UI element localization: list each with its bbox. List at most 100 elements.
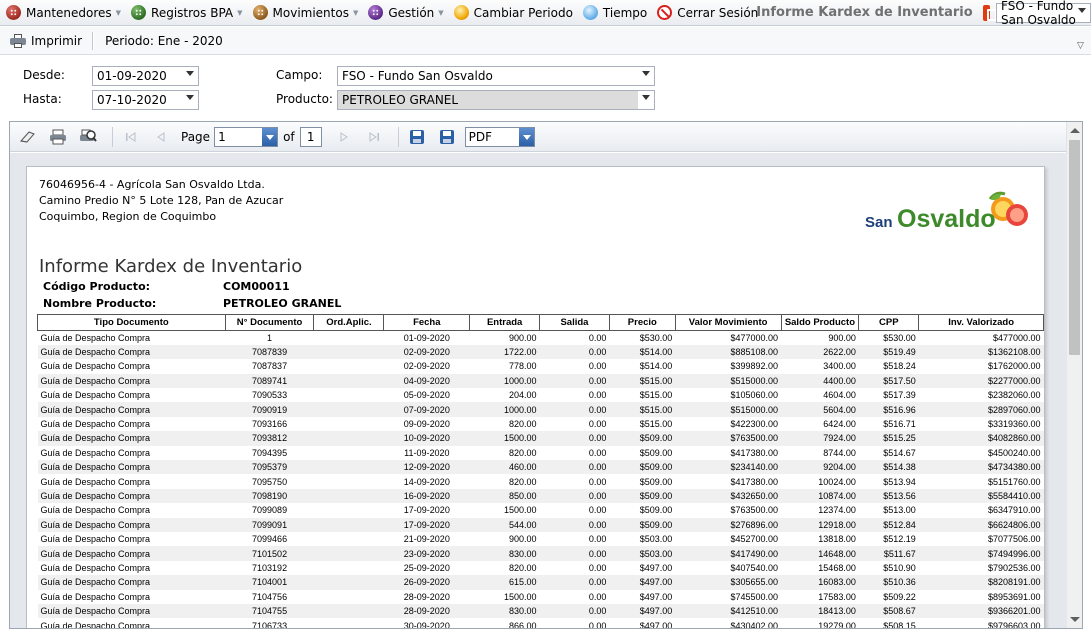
- table-cell: 900.00: [828, 332, 856, 343]
- table-cell: 3400.00: [823, 361, 856, 372]
- table-cell: $8953691.00: [987, 591, 1041, 602]
- table-row: Guía de Despacho Compra 7098190 16-09-2020…: [37, 488, 1044, 504]
- chevron-down-icon: [186, 95, 194, 100]
- table-cell: Guía de Despacho Compra: [40, 534, 151, 545]
- first-page-icon[interactable]: [119, 126, 143, 148]
- table-cell: $510.90: [883, 562, 916, 573]
- table-cell: 0.00: [588, 620, 607, 629]
- table-cell: 7099091: [225, 517, 314, 532]
- scrollbar-thumb[interactable]: [1069, 140, 1080, 355]
- menu-mantenedores[interactable]: Mantenedores ▼: [0, 1, 125, 25]
- table-cell: $5584410.00: [918, 488, 1044, 504]
- vertical-scrollbar[interactable]: [1066, 122, 1082, 628]
- table-cell: 1: [267, 332, 273, 343]
- chevron-down-icon: ▼: [237, 8, 243, 17]
- table-cell: 8744.00: [823, 447, 856, 458]
- table-cell: 0.00: [539, 517, 610, 532]
- chevron-down-icon: [1078, 7, 1086, 13]
- table-cell: [313, 603, 384, 619]
- menu-movimientos[interactable]: Movimientos ▼: [247, 1, 363, 25]
- next-page-icon[interactable]: [332, 126, 356, 148]
- column-header: Valor Movimiento: [674, 314, 782, 331]
- table-cell: $515000.00: [675, 373, 781, 389]
- parameters-icon[interactable]: [16, 126, 40, 148]
- table-cell: $4734380.00: [918, 460, 1044, 475]
- desde-value: 01-09-2020: [97, 69, 167, 83]
- table-cell: $510.36: [858, 575, 919, 590]
- table-cell: 7104755: [225, 603, 314, 619]
- page-number-select[interactable]: 1: [214, 126, 279, 147]
- menu-gestion[interactable]: Gestión ▼: [362, 1, 447, 25]
- print-icon[interactable]: [46, 126, 70, 148]
- table-cell: 26-09-2020: [383, 575, 470, 590]
- table-cell: 0.00: [539, 546, 610, 561]
- print-button[interactable]: Imprimir: [0, 30, 88, 52]
- table-cell: $509.00: [639, 447, 673, 458]
- desde-date-picker[interactable]: 01-09-2020: [92, 66, 199, 86]
- collapse-icon[interactable]: ▽: [1077, 41, 1087, 51]
- fundo-select[interactable]: FSO - Fundo San Osvaldo: [996, 0, 1091, 27]
- filter-panel: Desde: 01-09-2020 Hasta: 07-10-2020 Camp…: [0, 60, 1091, 115]
- export-icon[interactable]: [435, 126, 459, 148]
- table-cell: [313, 517, 384, 532]
- table-cell: $234140.00: [675, 460, 781, 475]
- table-cell: 04-09-2020: [383, 373, 470, 389]
- table-cell: [314, 359, 384, 373]
- table-cell: $105060.00: [730, 390, 778, 401]
- prev-page-icon[interactable]: [149, 126, 173, 148]
- chevron-down-icon: ▼: [438, 8, 444, 17]
- menu-cambiar-periodo[interactable]: Cambiar Periodo: [448, 1, 577, 25]
- column-header: Saldo Producto: [780, 314, 860, 331]
- save-icon[interactable]: [405, 126, 429, 148]
- table-cell: 0.00: [539, 431, 610, 446]
- table-cell: $763500.00: [675, 431, 781, 446]
- table-cell: [313, 488, 384, 504]
- table-cell: 7094395: [252, 447, 288, 458]
- table-row: Guía de Despacho Compra 7101502 23-09-2020…: [37, 546, 1044, 561]
- table-row: Guía de Despacho Compra 7089741 04-09-2020…: [37, 373, 1044, 389]
- table-cell: $7077506.00: [987, 534, 1041, 545]
- table-cell: $509.00: [639, 476, 673, 487]
- export-format-select[interactable]: PDF: [464, 126, 535, 147]
- table-cell: $508.67: [858, 603, 919, 619]
- table-cell: 7098190: [225, 488, 314, 504]
- column-header: Tipo Documento: [37, 314, 226, 331]
- menu-registros-bpa[interactable]: Registros BPA ▼: [125, 1, 246, 25]
- menu-tiempo[interactable]: Tiempo: [577, 1, 651, 25]
- table-cell: $530.00: [883, 332, 916, 343]
- campo-select[interactable]: FSO - Fundo San Osvaldo: [337, 66, 655, 86]
- table-cell: $417380.00: [730, 447, 778, 458]
- menu-cerrar-sesion[interactable]: Cerrar Sesión: [651, 1, 758, 25]
- table-row: Guía de Despacho Compra 7090533 05-09-2020…: [38, 388, 1044, 402]
- table-cell: $1762000.00: [987, 361, 1041, 372]
- table-cell: 28-09-2020: [383, 603, 470, 619]
- table-cell: 0.00: [539, 603, 610, 619]
- company-header: 76046956-4 - Agrícola San Osvaldo Ltda. …: [39, 177, 283, 225]
- table-cell: $516.96: [858, 402, 919, 417]
- scroll-down-icon[interactable]: [1070, 617, 1080, 622]
- table-cell: 7099466: [252, 534, 288, 545]
- scroll-up-icon[interactable]: [1070, 128, 1080, 133]
- column-header: Inv. Valorizado: [918, 314, 1044, 331]
- table-cell: [314, 532, 384, 546]
- report-viewer: Page 1 of 1 PDF 76046956-4 - Agrícola Sa…: [9, 121, 1083, 629]
- table-cell: $2897060.00: [918, 402, 1044, 417]
- table-cell: 10-09-2020: [383, 431, 470, 446]
- nombre-value: PETROLEO GRANEL: [223, 297, 342, 310]
- column-header: Precio: [608, 314, 676, 331]
- table-cell: [313, 402, 384, 417]
- table-cell: [314, 561, 384, 575]
- table-cell: 866.00: [509, 620, 537, 629]
- last-page-icon[interactable]: [362, 126, 386, 148]
- table-cell: 900.00: [509, 332, 537, 343]
- chevron-down-icon: [518, 127, 534, 146]
- column-header: Entrada: [469, 314, 541, 331]
- table-cell: [314, 331, 384, 345]
- table-cell: $515.25: [858, 431, 919, 446]
- hasta-date-picker[interactable]: 07-10-2020: [92, 90, 199, 110]
- table-cell: $513.94: [883, 476, 916, 487]
- campo-label: Campo:: [276, 68, 323, 82]
- toolbar-divider: [112, 126, 113, 147]
- producto-select[interactable]: PETROLEO GRANEL: [337, 90, 655, 110]
- print-preview-icon[interactable]: [76, 126, 100, 148]
